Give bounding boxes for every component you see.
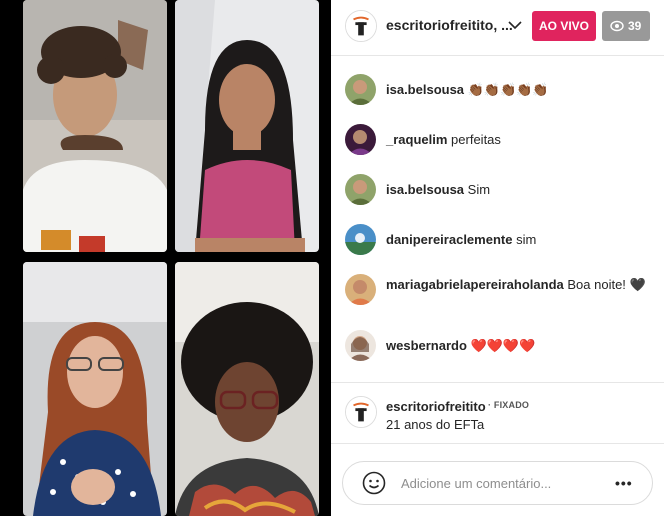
comment-input[interactable]: [401, 473, 601, 493]
viewer-count-badge[interactable]: 39: [602, 11, 650, 41]
chevron-down-icon[interactable]: [507, 18, 523, 32]
commenter-avatar[interactable]: [345, 124, 376, 155]
video-participant-1: [23, 0, 167, 252]
comment-box: •••: [342, 461, 653, 505]
comment-text: sim: [516, 232, 537, 247]
pinned-text: 21 anos do EFTa: [386, 417, 485, 432]
video-participant-2: [175, 0, 319, 252]
commenter-avatar[interactable]: [345, 274, 376, 305]
live-badge: AO VIVO: [532, 11, 596, 41]
commenter-avatar[interactable]: [345, 224, 376, 255]
pinned-badge: · FIXADO: [488, 400, 530, 410]
commenter-avatar[interactable]: [345, 74, 376, 105]
pinned-avatar[interactable]: [345, 396, 377, 428]
pinned-username[interactable]: escritoriofreitito: [386, 399, 486, 414]
video-participant-3: [23, 262, 167, 516]
commenter-avatar[interactable]: [345, 330, 376, 361]
live-side-panel: escritoriofreitito, ... AO VIVO 39 isa.b…: [331, 0, 664, 516]
comment-username[interactable]: isa.belsousa: [386, 182, 464, 197]
comment-text: 👏🏾👏🏾👏🏾👏🏾👏🏾: [467, 82, 549, 97]
comment-username[interactable]: isa.belsousa: [386, 82, 464, 97]
more-options-button[interactable]: •••: [615, 476, 635, 492]
comment-text: Boa noite! 🖤: [567, 277, 646, 292]
host-avatar[interactable]: [345, 10, 377, 42]
comment-username[interactable]: _raquelim: [386, 132, 447, 147]
viewer-count: 39: [628, 19, 642, 33]
host-username[interactable]: escritoriofreitito, ...: [386, 17, 513, 33]
comment-username[interactable]: mariagabrielapereiraholanda: [386, 277, 564, 292]
comment-username[interactable]: danipereiraclemente: [386, 232, 512, 247]
commenter-avatar[interactable]: [345, 174, 376, 205]
pinned-comment: escritoriofreitito · FIXADO 21 anos do E…: [331, 382, 664, 444]
comment-text: Sim: [467, 182, 491, 197]
live-header: escritoriofreitito, ... AO VIVO 39: [331, 0, 664, 56]
comment-username[interactable]: wesbernardo: [386, 338, 467, 353]
eye-icon: [610, 20, 624, 32]
smile-icon[interactable]: [362, 471, 386, 495]
comment-text: perfeitas: [451, 132, 501, 147]
video-participant-4: [175, 262, 319, 516]
comment-text: ❤️❤️❤️❤️: [470, 338, 536, 353]
live-video-area: [0, 0, 331, 516]
